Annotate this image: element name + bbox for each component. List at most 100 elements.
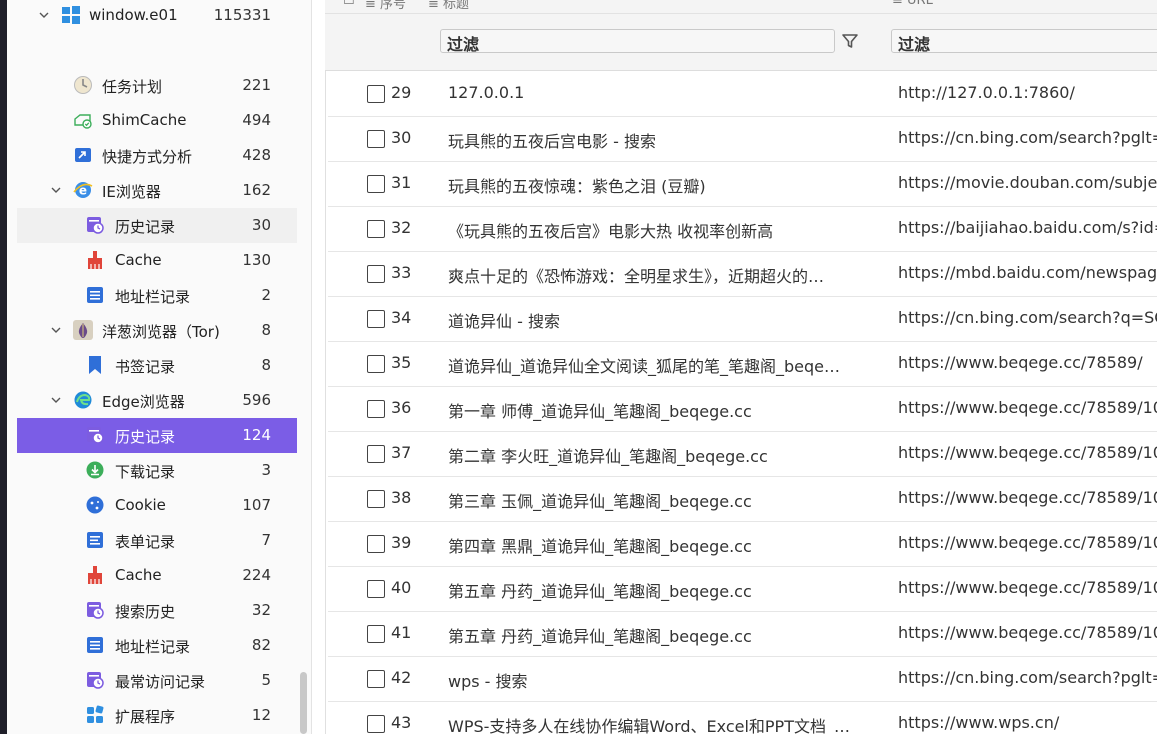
row-checkbox[interactable] bbox=[367, 175, 385, 193]
table-row[interactable]: 43 WPS-支持多人在线协作编辑Word、Excel和PPT文档_… https:… bbox=[328, 702, 1157, 734]
tree-item-count: 3 bbox=[261, 461, 271, 479]
table-row[interactable]: 39 第四章 黑鼎_道诡异仙_笔趣阁_beqege.cc https://www.b… bbox=[328, 522, 1157, 567]
filter-row: 过滤 过滤 bbox=[325, 14, 1157, 71]
address-bar-icon bbox=[84, 284, 106, 306]
row-checkbox[interactable] bbox=[367, 625, 385, 643]
table-row[interactable]: 35 道诡异仙_道诡异仙全文阅读_狐尾的笔_笔趣阁_beqe… https://ww… bbox=[328, 342, 1157, 387]
tree-item-ie-browser[interactable]: e IE浏览器 162 bbox=[17, 173, 297, 208]
row-checkbox[interactable] bbox=[367, 220, 385, 238]
tree-item-address-bar[interactable]: 地址栏记录 82 bbox=[17, 628, 297, 663]
tree-item-extensions[interactable]: 扩展程序 12 bbox=[17, 698, 297, 733]
tree-item-address-bar[interactable]: 地址栏记录 2 bbox=[17, 278, 297, 313]
select-all-checkbox[interactable]: ☐ bbox=[343, 0, 355, 8]
row-index: 42 bbox=[391, 668, 412, 687]
tree-item-cache-brush[interactable]: Cache 130 bbox=[17, 243, 297, 278]
tree-item-count: 8 bbox=[261, 321, 271, 339]
title-filter-input[interactable]: 过滤 bbox=[440, 29, 835, 54]
row-checkbox[interactable] bbox=[367, 355, 385, 373]
shimcache-icon bbox=[72, 109, 94, 131]
tree-item-label: 历史记录 bbox=[115, 218, 176, 236]
row-checkbox[interactable] bbox=[367, 400, 385, 418]
tree-item-label: 最常访问记录 bbox=[115, 673, 206, 691]
chevron-down-icon[interactable] bbox=[49, 393, 63, 407]
tree-item-count: 494 bbox=[242, 111, 271, 129]
table-row[interactable]: 29 127.0.0.1 http://127.0.0.1:7860/ bbox=[328, 72, 1157, 117]
window-edge bbox=[0, 0, 7, 734]
row-checkbox[interactable] bbox=[367, 265, 385, 283]
tree-item-history[interactable]: 历史记录 124 bbox=[17, 418, 297, 453]
tree-item-cache-brush[interactable]: Cache 224 bbox=[17, 558, 297, 593]
tree-item-count: 428 bbox=[242, 146, 271, 164]
column-url-header[interactable]: ≡ URL bbox=[892, 0, 933, 8]
table-row[interactable]: 38 第三章 玉佩_道诡异仙_笔趣阁_beqege.cc https://www.b… bbox=[328, 477, 1157, 522]
row-checkbox[interactable] bbox=[367, 490, 385, 508]
tree-item-windows-logo[interactable]: window.e01 115331 bbox=[17, 0, 297, 33]
row-title: 道诡异仙 - 搜索 bbox=[448, 312, 560, 331]
tree-item-cookie[interactable]: Cookie 107 bbox=[17, 488, 297, 523]
row-index: 35 bbox=[391, 353, 412, 372]
sidebar-scrollbar[interactable] bbox=[300, 672, 307, 734]
table-row[interactable]: 41 第五章 丹药_道诡异仙_笔趣阁_beqege.cc https://www.b… bbox=[328, 612, 1157, 657]
chevron-down-icon[interactable] bbox=[49, 183, 63, 197]
tree-item-label: 书签记录 bbox=[115, 358, 176, 376]
tree-item-label: Edge浏览器 bbox=[102, 393, 185, 411]
row-checkbox[interactable] bbox=[367, 715, 385, 733]
row-url: https://www.beqege.cc/78589/104 bbox=[898, 578, 1157, 597]
tree-item-form[interactable]: 表单记录 7 bbox=[17, 523, 297, 558]
tree-item-history[interactable]: 历史记录 30 bbox=[17, 208, 297, 243]
tree-item-label: Cache bbox=[115, 566, 162, 584]
row-title: 《玩具熊的五夜后宫》电影大热 收视率创新高 bbox=[448, 222, 774, 241]
clock-icon bbox=[72, 74, 94, 96]
tree-item-count: 12 bbox=[251, 706, 271, 724]
row-index: 34 bbox=[391, 308, 412, 327]
chevron-down-icon[interactable] bbox=[49, 323, 63, 337]
row-url: https://cn.bing.com/search?pglt=4 bbox=[898, 128, 1157, 147]
tree-item-edge-browser[interactable]: Edge浏览器 596 bbox=[17, 383, 297, 418]
chevron-down-icon[interactable] bbox=[37, 8, 51, 22]
row-checkbox[interactable] bbox=[367, 445, 385, 463]
column-title-header[interactable]: ≡ 标题 bbox=[428, 0, 469, 12]
table-row[interactable]: 32 《玩具熊的五夜后宫》电影大热 收视率创新高 https://baijiahao… bbox=[328, 207, 1157, 252]
table-row[interactable]: 36 第一章 师傅_道诡异仙_笔趣阁_beqege.cc https://www.b… bbox=[328, 387, 1157, 432]
tree-item-label: Cookie bbox=[115, 496, 166, 514]
cache-brush-icon bbox=[84, 564, 106, 586]
table-row[interactable]: 34 道诡异仙 - 搜索 https://cn.bing.com/search?q=… bbox=[328, 297, 1157, 342]
tree-item-shortcut[interactable]: 快捷方式分析 428 bbox=[17, 138, 297, 173]
row-url: https://www.beqege.cc/78589/104 bbox=[898, 398, 1157, 417]
row-index: 37 bbox=[391, 443, 412, 462]
tree-item-tor-browser[interactable]: 洋葱浏览器（Tor) 8 bbox=[17, 313, 297, 348]
table-row[interactable]: 42 wps - 搜索 https://cn.bing.com/search?pgl… bbox=[328, 657, 1157, 702]
tree-item-search-history[interactable]: 搜索历史 32 bbox=[17, 593, 297, 628]
table-row[interactable]: 31 玩具熊的五夜惊魂：紫色之泪 (豆瓣) https://movie.douban… bbox=[328, 162, 1157, 207]
tree-item-top-sites[interactable]: 最常访问记录 5 bbox=[17, 663, 297, 698]
column-index-header[interactable]: ≡ 序号 bbox=[365, 0, 406, 12]
tree-item-clock[interactable]: 任务计划 221 bbox=[17, 68, 297, 103]
filter-icon[interactable] bbox=[840, 31, 860, 51]
tree-item-count: 2 bbox=[261, 286, 271, 304]
row-checkbox[interactable] bbox=[367, 85, 385, 103]
tree-item-clipped[interactable] bbox=[17, 33, 297, 68]
row-title: wps - 搜索 bbox=[448, 672, 528, 691]
table-row[interactable]: 30 玩具熊的五夜后宫电影 - 搜索 https://cn.bing.com/sea… bbox=[328, 117, 1157, 162]
row-index: 39 bbox=[391, 533, 412, 552]
tree-item-shimcache[interactable]: ShimCache 494 bbox=[17, 103, 297, 138]
pane-divider[interactable] bbox=[325, 0, 326, 734]
table-row[interactable]: 33 爽点十足的《恐怖游戏：全明星求生》，近期超火的… https://mbd.ba… bbox=[328, 252, 1157, 297]
row-checkbox[interactable] bbox=[367, 310, 385, 328]
row-checkbox[interactable] bbox=[367, 670, 385, 688]
table-row[interactable]: 37 第二章 李火旺_道诡异仙_笔趣阁_beqege.cc https://www.… bbox=[328, 432, 1157, 477]
row-checkbox[interactable] bbox=[367, 580, 385, 598]
row-checkbox[interactable] bbox=[367, 130, 385, 148]
tree-item-label: window.e01 bbox=[89, 6, 178, 24]
url-filter-input[interactable]: 过滤 bbox=[891, 29, 1157, 54]
table-row[interactable]: 40 第五章 丹药_道诡异仙_笔趣阁_beqege.cc https://www.b… bbox=[328, 567, 1157, 612]
tree-item-download[interactable]: 下载记录 3 bbox=[17, 453, 297, 488]
tree-item-label: ShimCache bbox=[102, 111, 187, 129]
row-title: 第四章 黑鼎_道诡异仙_笔趣阁_beqege.cc bbox=[448, 537, 752, 556]
history-table: ☐ ≡ 序号 ≡ 标题 ≡ URL 过滤 过滤 29 127.0.0.1 http:… bbox=[325, 0, 1157, 734]
row-index: 40 bbox=[391, 578, 412, 597]
row-checkbox[interactable] bbox=[367, 535, 385, 553]
tree-item-count: 162 bbox=[242, 181, 271, 199]
tree-item-bookmark[interactable]: 书签记录 8 bbox=[17, 348, 297, 383]
tree-item-label: IE浏览器 bbox=[102, 183, 161, 201]
